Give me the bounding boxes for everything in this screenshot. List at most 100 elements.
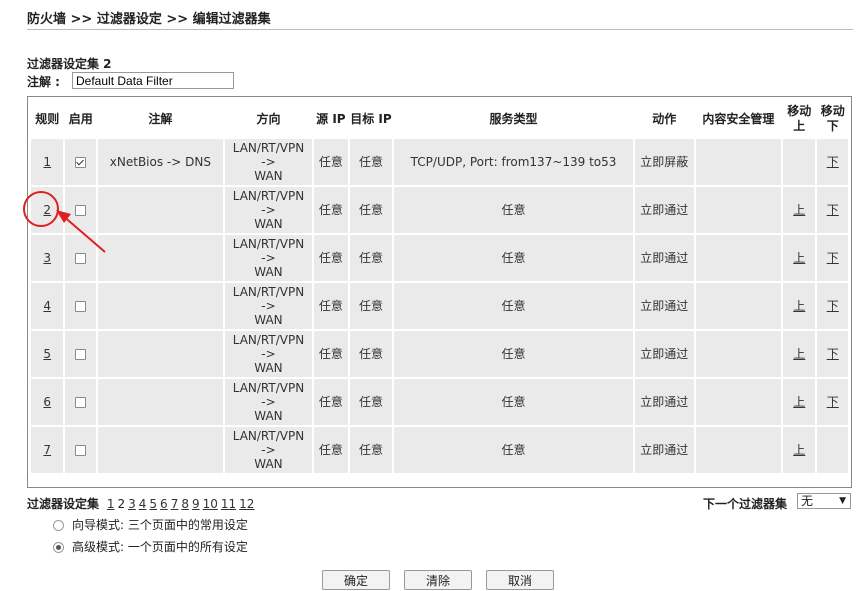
move-down-link[interactable]: 下 [827,347,839,361]
header-content-security: 内容安全管理 [695,100,781,137]
next-set-selected: 无 [801,494,814,508]
content-security-cell [695,427,781,473]
service-cell: 任意 [394,379,633,425]
pager-page-1[interactable]: 1 [107,497,115,511]
content-security-cell [695,139,781,185]
rule-link[interactable]: 5 [43,347,51,361]
pager-page-6[interactable]: 6 [160,497,168,511]
src-ip-cell: 任意 [314,235,348,281]
move-up-link[interactable]: 上 [793,251,805,265]
enable-checkbox[interactable] [75,349,87,360]
pager-page-7[interactable]: 7 [171,497,179,511]
header-rule: 规则 [31,100,64,137]
move-up-link[interactable]: 上 [793,299,805,313]
content-security-cell [695,283,781,329]
content-security-cell [695,235,781,281]
rule-cell: 1 [31,139,64,185]
table-row: 4 LAN/RT/VPN -> WAN 任意 任意 任意 立即通过上下 [31,283,848,329]
action-cell: 立即通过 [634,427,694,473]
direction-cell: LAN/RT/VPN -> WAN [224,283,313,329]
note-cell [97,235,223,281]
move-up-link[interactable]: 上 [793,443,805,457]
note-label: 注解 : [27,75,60,89]
rule-cell: 7 [31,427,64,473]
enable-checkbox[interactable] [75,397,87,408]
move-up-cell: 上 [783,427,816,473]
pager-page-12[interactable]: 12 [239,497,254,511]
mode-wizard[interactable]: 向导模式: 三个页面中的常用设定 [53,516,248,533]
clear-button[interactable]: 清除 [404,570,472,590]
radio-wizard[interactable] [53,520,64,531]
move-down-link[interactable]: 下 [827,203,839,217]
pager-page-3[interactable]: 3 [128,497,136,511]
service-cell: TCP/UDP, Port: from137~139 to53 [394,139,633,185]
enable-checkbox[interactable] [75,445,87,456]
radio-advanced[interactable] [53,542,64,553]
direction-target: WAN [254,169,283,183]
move-down-cell: 下 [817,139,848,185]
header-src-ip: 源 IP [314,100,348,137]
rule-link[interactable]: 1 [43,155,51,169]
header-move-up: 移动上 [783,100,816,137]
next-set-label: 下一个过滤器集 [703,497,788,511]
enable-checkbox[interactable] [75,301,87,312]
cancel-button[interactable]: 取消 [486,570,554,590]
enable-cell [65,379,96,425]
direction-arrow: -> [261,251,276,265]
breadcrumb: 防火墙 >> 过滤器设定 >> 编辑过滤器集 [27,12,271,27]
action-cell: 立即通过 [634,187,694,233]
pager-page-9[interactable]: 9 [192,497,200,511]
header-direction: 方向 [224,100,313,137]
note-cell [97,379,223,425]
rule-link[interactable]: 4 [43,299,51,313]
move-up-cell: 上 [783,187,816,233]
move-down-link[interactable]: 下 [827,155,839,169]
pager-page-8[interactable]: 8 [181,497,189,511]
pager-links: 1 2 3 4 5 6 7 8 9 10 11 12 [103,497,258,511]
move-down-link[interactable]: 下 [827,251,839,265]
move-up-link[interactable]: 上 [793,395,805,409]
header-note: 注解 [97,100,223,137]
dst-ip-cell: 任意 [349,187,393,233]
pager-page-11[interactable]: 11 [221,497,236,511]
next-set-select[interactable]: 无 ▼ [797,493,851,509]
note-row: 注解 : [27,72,234,90]
src-ip-cell: 任意 [314,331,348,377]
src-ip-cell: 任意 [314,283,348,329]
action-cell: 立即通过 [634,235,694,281]
divider [27,29,853,30]
direction-arrow: -> [261,395,276,409]
table-row: 1 xNetBios -> DNS LAN/RT/VPN -> WAN 任意 任意 TCP/U… [31,139,848,185]
move-up-link[interactable]: 上 [793,347,805,361]
dst-ip-cell: 任意 [349,283,393,329]
pager-page-4[interactable]: 4 [139,497,147,511]
move-down-link[interactable]: 下 [827,395,839,409]
rule-link[interactable]: 7 [43,443,51,457]
note-input[interactable] [72,72,234,89]
pager-page-10[interactable]: 10 [203,497,218,511]
direction-source: LAN/RT/VPN [232,189,305,203]
pager-page-5[interactable]: 5 [149,497,157,511]
note-cell [97,331,223,377]
rule-cell: 5 [31,331,64,377]
src-ip-cell: 任意 [314,139,348,185]
rules-table-container: 规则 启用 注解 方向 源 IP 目标 IP 服务类型 动作 内容安全管理 移动… [27,96,852,488]
move-down-link[interactable]: 下 [827,299,839,313]
direction-arrow: -> [261,203,276,217]
rule-link[interactable]: 3 [43,251,51,265]
service-cell: 任意 [394,235,633,281]
mode-wizard-label: 向导模式: 三个页面中的常用设定 [72,518,248,532]
direction-cell: LAN/RT/VPN -> WAN [224,139,313,185]
move-down-cell: 下 [817,235,848,281]
move-up-link[interactable]: 上 [793,203,805,217]
mode-advanced[interactable]: 高级模式: 一个页面中的所有设定 [53,538,248,555]
enable-cell [65,331,96,377]
ok-button[interactable]: 确定 [322,570,390,590]
annotation-arrow-icon [56,210,106,253]
mode-advanced-label: 高级模式: 一个页面中的所有设定 [72,540,248,554]
rule-link[interactable]: 6 [43,395,51,409]
direction-cell: LAN/RT/VPN -> WAN [224,427,313,473]
note-cell [97,187,223,233]
direction-source: LAN/RT/VPN [232,237,305,251]
enable-checkbox[interactable] [75,157,87,168]
